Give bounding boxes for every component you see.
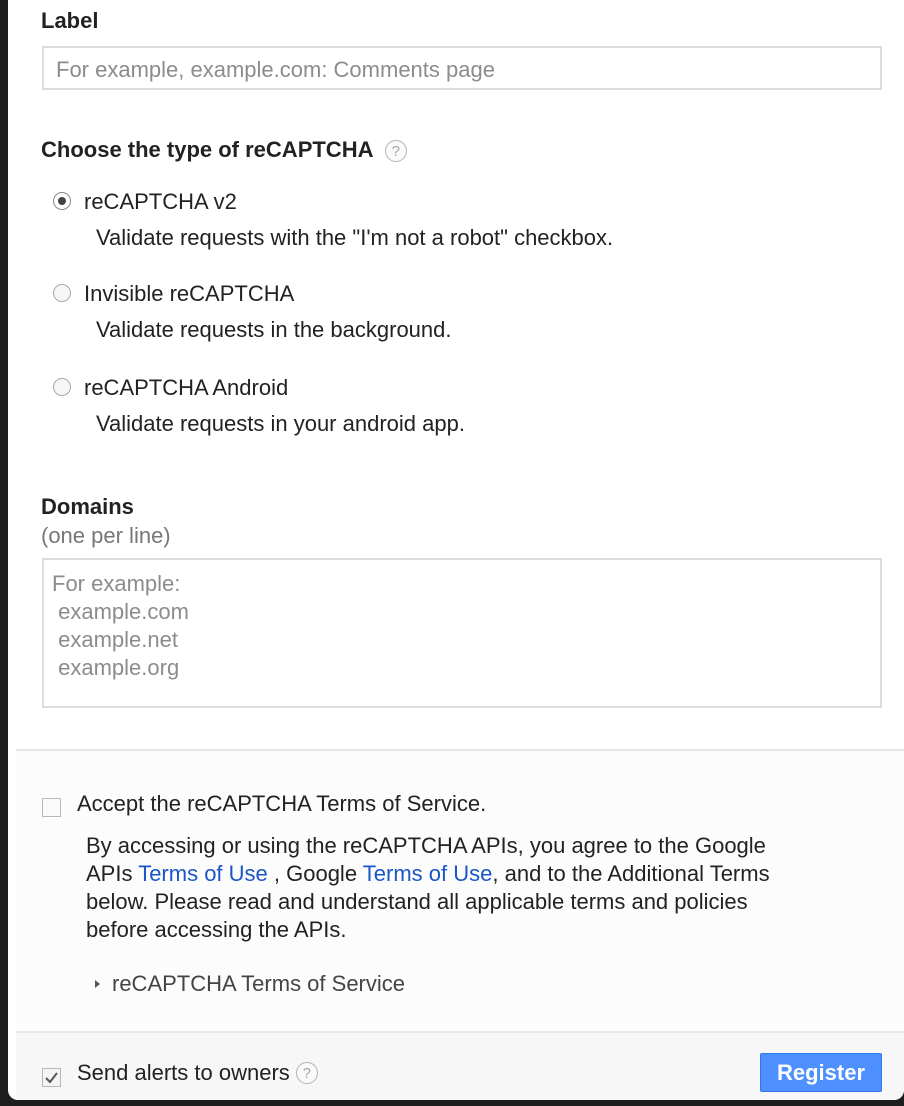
option-title-invisible-recaptcha[interactable]: Invisible reCAPTCHA (84, 281, 294, 307)
domains-placeholder-line: example.com (52, 599, 189, 624)
domains-subheading: (one per line) (41, 523, 171, 548)
help-icon[interactable]: ? (295, 1062, 318, 1084)
terms-line: before accessing the APIs. (86, 917, 347, 942)
api-terms-of-use-link[interactable]: Terms of Use (138, 861, 268, 886)
recaptcha-type-heading-text: Choose the type of reCAPTCHA (41, 137, 373, 162)
option-desc-recaptcha-v2: Validate requests with the "I'm not a ro… (96, 225, 614, 250)
register-button[interactable]: Register (760, 1053, 882, 1092)
radio-recaptcha-v2[interactable] (53, 192, 71, 210)
label-heading: Label (41, 8, 99, 33)
option-title-recaptcha-android[interactable]: reCAPTCHA Android (84, 375, 288, 401)
terms-paragraph: By accessing or using the reCAPTCHA APIs… (86, 832, 876, 944)
label-input-placeholder: For example, example.com: Comments page (56, 57, 495, 82)
domains-placeholder-line: For example: (52, 571, 181, 596)
terms-text: , and to the Additional Terms (492, 861, 770, 886)
accept-terms-checkbox[interactable] (42, 798, 61, 817)
domains-heading: Domains (41, 494, 134, 519)
domains-textarea[interactable]: For example: example.com example.net exa… (42, 558, 882, 708)
domains-placeholder: For example: example.com example.net exa… (52, 570, 189, 682)
radio-invisible-recaptcha[interactable] (53, 284, 71, 302)
option-desc-invisible-recaptcha: Validate requests in the background. (96, 317, 452, 342)
triangle-right-icon (95, 980, 100, 988)
radio-recaptcha-android[interactable] (53, 378, 71, 396)
terms-line: APIs Terms of Use , Google Terms of Use,… (86, 860, 876, 888)
checkmark-icon (45, 1072, 58, 1084)
terms-line: below. Please read and understand all ap… (86, 889, 748, 914)
terms-of-service-expander-label: reCAPTCHA Terms of Service (112, 971, 406, 996)
terms-line: By accessing or using the reCAPTCHA APIs… (86, 833, 766, 858)
recaptcha-type-heading: Choose the type of reCAPTCHA ? (41, 137, 407, 163)
send-alerts-checkbox[interactable] (42, 1068, 61, 1087)
send-alerts-row: Send alerts to owners ? (77, 1060, 318, 1086)
terms-text: , Google (267, 861, 363, 886)
register-site-panel: Label For example, example.com: Comments… (8, 0, 904, 1100)
google-terms-of-use-link[interactable]: Terms of Use (363, 861, 493, 886)
domains-placeholder-line: example.org (52, 655, 180, 680)
accept-terms-label[interactable]: Accept the reCAPTCHA Terms of Service. (77, 791, 486, 817)
domains-placeholder-line: example.net (52, 627, 178, 652)
terms-text: APIs (86, 861, 139, 886)
label-input[interactable]: For example, example.com: Comments page (42, 46, 882, 90)
option-title-recaptcha-v2[interactable]: reCAPTCHA v2 (84, 189, 237, 215)
send-alerts-label[interactable]: Send alerts to owners (77, 1060, 290, 1086)
option-desc-recaptcha-android: Validate requests in your android app. (96, 411, 465, 436)
terms-of-service-expander[interactable]: reCAPTCHA Terms of Service (94, 971, 405, 997)
help-icon[interactable]: ? (384, 140, 407, 163)
